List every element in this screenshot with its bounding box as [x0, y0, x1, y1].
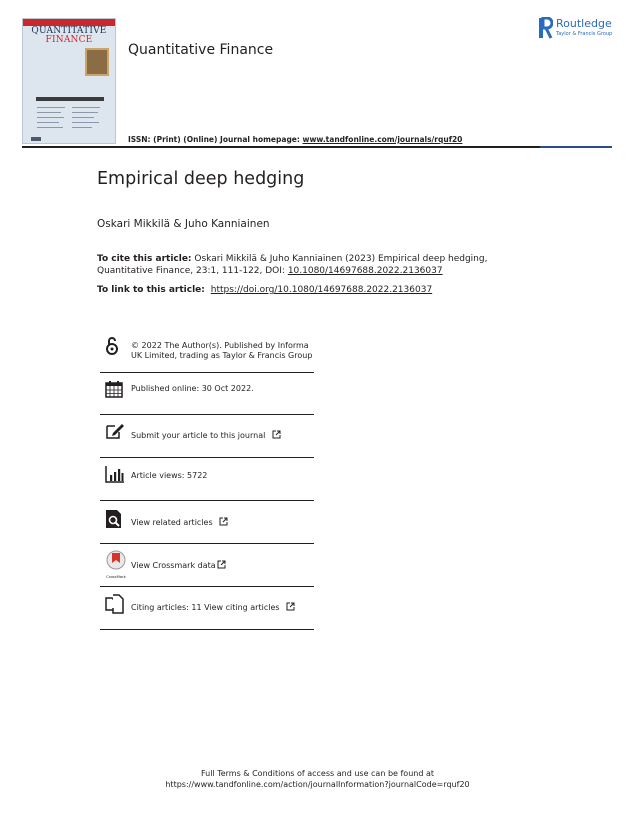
cover-publisher-logo — [31, 137, 41, 141]
views-item: Article views: 5722 — [100, 457, 314, 501]
header-rule-accent — [540, 146, 612, 148]
citing-articles-link[interactable]: Citing articles: 11 View citing articles — [131, 602, 316, 613]
journal-cover[interactable]: QUANTITATIVE FINANCE — [22, 18, 116, 144]
external-link-icon — [272, 430, 281, 439]
article-authors: Oskari Mikkilä & Juho Kanniainen — [97, 218, 270, 230]
publisher-logo[interactable]: Routledge Taylor & Francis Group — [538, 17, 618, 41]
crossmark-logo-text: CrossMark — [106, 574, 126, 579]
related-articles-link[interactable]: View related articles — [131, 517, 316, 528]
cover-text-line — [37, 127, 63, 128]
citing-item[interactable]: Citing articles: 11 View citing articles — [100, 586, 314, 630]
cover-portrait-image — [85, 48, 109, 76]
issn-line: ISSN: (Print) (Online) Journal homepage:… — [128, 135, 462, 144]
cover-text-line — [72, 107, 100, 108]
external-link-icon — [219, 517, 228, 526]
article-title: Empirical deep hedging — [97, 169, 305, 189]
crossmark-label: View Crossmark data — [131, 561, 216, 570]
external-link-icon — [286, 602, 295, 611]
cover-title: QUANTITATIVE FINANCE — [23, 27, 115, 45]
article-views: Article views: 5722 — [131, 471, 208, 480]
citing-articles-label: Citing articles: 11 View citing articles — [131, 603, 280, 612]
journal-title: Quantitative Finance — [128, 42, 274, 58]
open-access-icon — [106, 337, 118, 355]
published-item: Published online: 30 Oct 2022. — [100, 372, 314, 415]
bar-chart-icon — [105, 466, 124, 483]
cover-top-bar — [23, 19, 115, 26]
cover-text-line — [37, 117, 64, 118]
cite-doi-link[interactable]: 10.1080/14697688.2022.2136037 — [288, 266, 443, 276]
license-text: © 2022 The Author(s). Published by Infor… — [131, 341, 313, 360]
crossmark-icon: CrossMark — [105, 550, 127, 579]
cover-text-line — [72, 117, 94, 118]
article-link-block: To link to this article: https://doi.org… — [97, 285, 432, 295]
search-document-icon — [106, 510, 121, 528]
submit-article-link[interactable]: Submit your article to this journal — [131, 430, 316, 441]
related-articles-label: View related articles — [131, 518, 213, 527]
doi-link[interactable]: https://doi.org/10.1080/14697688.2022.21… — [211, 285, 432, 295]
link-label: To link to this article: — [97, 285, 205, 295]
submit-article-label: Submit your article to this journal — [131, 431, 266, 440]
cite-label: To cite this article: — [97, 254, 192, 264]
license-item: © 2022 The Author(s). Published by Infor… — [100, 333, 314, 373]
citation-block: To cite this article: Oskari Mikkilä & J… — [97, 253, 517, 277]
cover-text-line — [37, 112, 61, 113]
routledge-mark-icon — [539, 17, 553, 39]
submit-item[interactable]: Submit your article to this journal — [100, 414, 314, 458]
crossmark-link[interactable]: View Crossmark data — [131, 560, 316, 571]
cover-text-line — [37, 122, 59, 123]
publisher-name: Routledge — [556, 17, 612, 30]
crossmark-item[interactable]: CrossMark View Crossmark data — [100, 543, 314, 587]
related-item[interactable]: View related articles — [100, 500, 314, 544]
calendar-icon — [105, 381, 123, 398]
cover-title-line2: FINANCE — [45, 35, 93, 45]
journal-homepage-link[interactable]: www.tandfonline.com/journals/rquf20 — [303, 135, 463, 144]
publisher-subtitle: Taylor & Francis Group — [556, 31, 613, 37]
cover-strip — [36, 97, 104, 101]
footer-terms-link[interactable]: https://www.tandfonline.com/action/journ… — [0, 779, 635, 790]
header-rule — [22, 146, 612, 148]
external-link-icon — [217, 560, 226, 569]
cover-text-line — [72, 127, 92, 128]
published-date: Published online: 30 Oct 2022. — [131, 384, 254, 393]
footer-terms-text: Full Terms & Conditions of access and us… — [200, 769, 434, 778]
citing-articles-icon — [105, 594, 124, 614]
crossmark-badge-icon — [106, 550, 126, 570]
issn-text: ISSN: (Print) (Online) Journal homepage: — [128, 135, 303, 144]
edit-icon — [106, 424, 124, 439]
cover-text-line — [37, 107, 65, 108]
cover-text-line — [72, 122, 99, 123]
cover-text-line — [72, 112, 98, 113]
footer: Full Terms & Conditions of access and us… — [0, 768, 635, 790]
